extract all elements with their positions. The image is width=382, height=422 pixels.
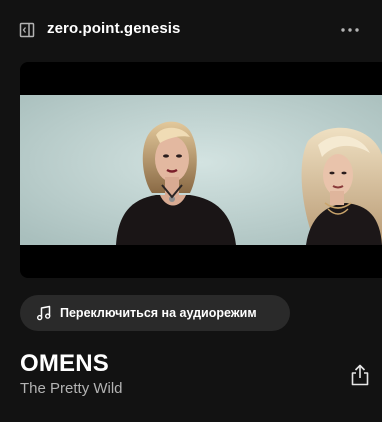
share-icon bbox=[351, 364, 369, 386]
share-button[interactable] bbox=[349, 363, 371, 387]
collapse-panel-button[interactable] bbox=[18, 21, 36, 39]
music-note-icon bbox=[35, 304, 53, 322]
music-video-frame bbox=[20, 95, 382, 245]
track-artist[interactable]: The Pretty Wild bbox=[20, 380, 123, 397]
switch-to-audio-button[interactable]: Переключиться на аудиорежим bbox=[20, 295, 290, 331]
track-title[interactable]: OMENS bbox=[20, 350, 109, 378]
more-options-button[interactable] bbox=[336, 20, 364, 40]
more-options-icon bbox=[341, 28, 359, 32]
panel-header: zero.point.genesis bbox=[0, 0, 382, 60]
playlist-title[interactable]: zero.point.genesis bbox=[47, 20, 181, 37]
video-player[interactable] bbox=[20, 62, 382, 278]
switch-to-audio-label: Переключиться на аудиорежим bbox=[60, 306, 257, 320]
video-frame bbox=[20, 95, 382, 245]
sidebar-collapse-icon bbox=[19, 22, 35, 38]
now-playing-panel: zero.point.genesis Переключиться на ауди… bbox=[0, 0, 382, 422]
